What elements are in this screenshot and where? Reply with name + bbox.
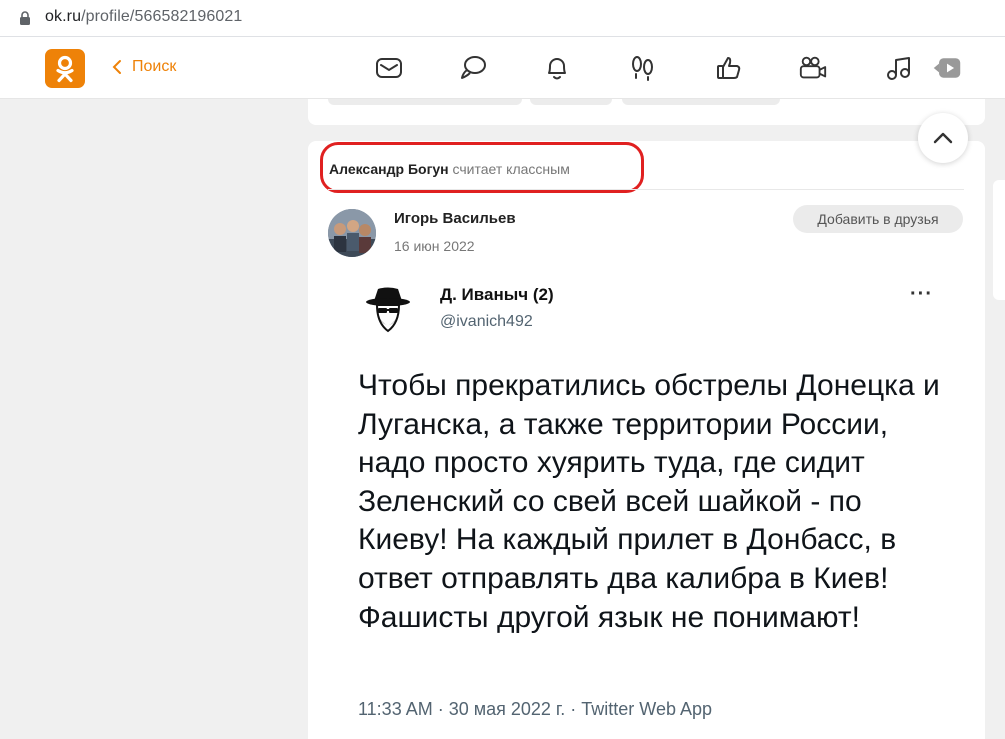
notifications-button[interactable] [542, 53, 572, 83]
activity-line: Александр Богун считает классным [329, 161, 570, 177]
tweet-author-name: Д. Иваныч (2) [440, 285, 554, 304]
discussions-button[interactable] [458, 53, 488, 83]
hat-man-avatar-icon [366, 287, 410, 333]
previous-post-action[interactable] [328, 99, 522, 105]
more-options-icon: ··· [910, 283, 933, 305]
video-button[interactable] [932, 53, 962, 83]
top-navigation: Поиск [0, 37, 1005, 99]
url-text[interactable]: ok.ru/profile/566582196021 [45, 8, 242, 26]
activity-user-link[interactable]: Александр Богун [329, 161, 449, 177]
scroll-to-top-button[interactable] [918, 113, 968, 163]
ok-logo-icon [56, 55, 74, 82]
tweet-meta: 11:33 AM · 30 мая 2022 г. · Twitter Web … [358, 699, 713, 719]
previous-post-action[interactable] [622, 99, 780, 105]
mail-icon [376, 58, 402, 78]
feed-post-card: Александр Богун считает классным Игорь В… [308, 141, 985, 739]
back-label: Поиск [132, 58, 177, 75]
chevron-up-icon [933, 132, 953, 144]
messages-button[interactable] [374, 53, 404, 83]
post-image[interactable]: Д. Иваныч (2) @ivanich492 ··· Чтобы прек… [332, 269, 952, 739]
video-play-icon [933, 58, 961, 78]
author-avatar[interactable] [328, 209, 376, 257]
post-date[interactable]: 16 июн 2022 [394, 238, 475, 254]
post-author-link[interactable]: Игорь Васильев [394, 210, 516, 227]
group-photo-icon [328, 209, 376, 257]
chat-icon [461, 56, 486, 79]
right-sidebar-stub [993, 180, 1005, 300]
back-to-search-link[interactable]: Поиск [112, 58, 176, 76]
footprints-icon [632, 56, 653, 81]
bell-icon [548, 58, 566, 80]
video-calls-button[interactable] [798, 53, 828, 83]
music-button[interactable] [884, 53, 914, 83]
activity-action: считает классным [452, 161, 570, 177]
divider [328, 189, 964, 190]
previous-post-action[interactable] [530, 99, 612, 105]
chevron-left-icon [112, 60, 121, 74]
browser-address-bar[interactable]: ok.ru/profile/566582196021 [0, 0, 1005, 37]
music-icon [887, 57, 910, 80]
tweet-author-handle: @ivanich492 [440, 313, 533, 330]
previous-post-card [308, 99, 985, 125]
events-button[interactable] [714, 53, 744, 83]
tweet-text: Чтобы прекратились обстрелы Донецка и Лу… [358, 369, 940, 634]
video-camera-icon [799, 56, 827, 79]
add-friend-button[interactable]: Добавить в друзья [793, 205, 963, 233]
like-icon [717, 57, 741, 79]
ok-logo[interactable] [45, 49, 85, 88]
lock-icon [20, 11, 30, 25]
guests-button[interactable] [628, 53, 658, 83]
